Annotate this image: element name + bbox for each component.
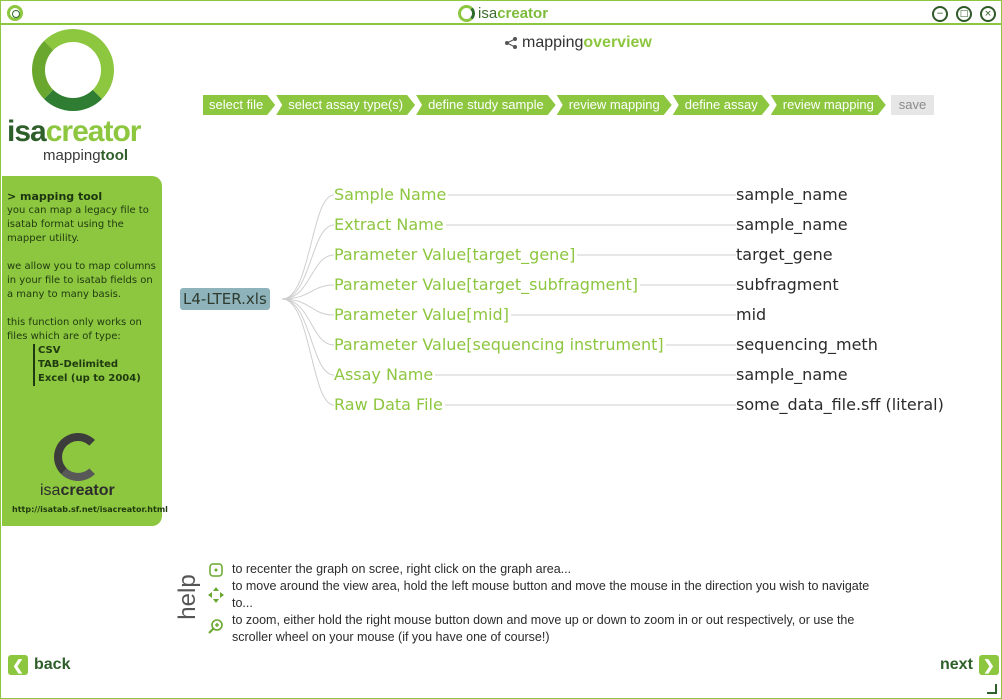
- back-arrow-icon: ❮: [8, 655, 28, 675]
- isatab-field-node[interactable]: Assay Name: [334, 364, 436, 386]
- minimize-button[interactable]: −: [932, 6, 948, 22]
- logo-creator: creator: [45, 115, 142, 148]
- isacreator-ring-icon: [458, 4, 475, 22]
- isacreator-logo: isacreator mappingtool: [7, 29, 157, 164]
- logo-sub-tool: tool: [100, 147, 129, 164]
- page-title: mapping overview: [504, 33, 652, 53]
- small-logo-isa: isa: [40, 482, 61, 499]
- app-logo-icon: [7, 5, 23, 21]
- move-icon: [208, 587, 224, 603]
- help-label: help: [174, 574, 201, 620]
- info-paragraph-2: we allow you to map columns in your file…: [7, 261, 156, 300]
- info-paragraph-3: this function only works on files which …: [7, 317, 142, 342]
- help-text-move: to move around the view area, hold the l…: [232, 579, 870, 610]
- isatab-field-node[interactable]: Parameter Value[sequencing instrument]: [334, 334, 666, 356]
- isatab-field-node[interactable]: Parameter Value[mid]: [334, 304, 511, 326]
- graph-edge: [281, 224, 335, 300]
- mapped-column-node[interactable]: target_gene: [736, 244, 833, 266]
- minimize-icon: −: [936, 8, 944, 19]
- help-section: help to recenter the graph on scree, rig…: [171, 561, 871, 651]
- source-file-node[interactable]: L4-LTER.xls: [180, 288, 270, 310]
- graph-edge: [281, 298, 335, 376]
- step-save: save: [890, 95, 935, 115]
- help-text-zoom: to zoom, either hold the right mouse but…: [232, 613, 855, 644]
- info-heading: > mapping tool: [7, 190, 103, 203]
- page-title-part1: mapping: [522, 34, 584, 51]
- logo-subtitle: mappingtool: [43, 147, 128, 164]
- graph-edge: [281, 194, 335, 300]
- next-arrow-icon: ❯: [978, 655, 999, 675]
- step-define-assay[interactable]: define assay: [673, 95, 770, 115]
- graph-edge: [281, 298, 335, 406]
- share-icon: [505, 37, 517, 49]
- mapped-column-node[interactable]: sequencing_meth: [736, 334, 878, 356]
- step-review-mapping[interactable]: review mapping: [557, 95, 672, 115]
- title-bar: isa creator − □ ×: [1, 1, 1001, 25]
- mapped-column-node[interactable]: sample_name: [736, 364, 848, 386]
- back-button[interactable]: ❮ back: [8, 654, 70, 676]
- step-review-mapping-2[interactable]: review mapping: [771, 95, 886, 115]
- isatab-field-node[interactable]: Parameter Value[target_subfragment]: [334, 274, 641, 296]
- file-type-item: CSV: [33, 344, 157, 358]
- mapped-column-node[interactable]: sample_name: [736, 184, 848, 206]
- logo-ring-icon: [32, 29, 114, 111]
- website-link[interactable]: http://isatab.sf.net/isacreator.html: [12, 503, 168, 517]
- mapping-graph[interactable]: L4-LTER.xls Sample Name Extract Name Par…: [161, 176, 991, 426]
- window-title: isa creator: [458, 3, 548, 23]
- step-select-assay-types[interactable]: select assay type(s): [276, 95, 415, 115]
- file-type-item: TAB-Delimited: [33, 358, 157, 372]
- small-logo-creator: creator: [60, 482, 115, 499]
- mapped-column-node[interactable]: some_data_file.sff (literal): [736, 394, 944, 416]
- mapped-column-node[interactable]: sample_name: [736, 214, 848, 236]
- page-title-part2: overview: [583, 34, 652, 51]
- help-text-recenter: to recenter the graph on scree, right cl…: [232, 562, 572, 576]
- back-label: back: [34, 656, 71, 673]
- logo-isa: isa: [7, 115, 47, 148]
- recenter-icon: [208, 562, 224, 578]
- resize-grip-icon[interactable]: [987, 684, 997, 694]
- small-logo-wordmark: isacreator: [40, 482, 115, 499]
- mapped-column-node[interactable]: mid: [736, 304, 766, 326]
- step-select-file[interactable]: select file: [203, 95, 275, 115]
- isacreator-window: isa creator − □ × isacreator mappingtool …: [0, 0, 1002, 699]
- maximize-button[interactable]: □: [956, 6, 972, 22]
- isatab-field-node[interactable]: Extract Name: [334, 214, 446, 236]
- file-type-list: CSV TAB-Delimited Excel (up to 2004): [33, 344, 157, 386]
- window-title-isa: isa: [478, 4, 498, 22]
- window-title-creator: creator: [497, 4, 549, 22]
- breadcrumb: select file select assay type(s) define …: [203, 95, 935, 115]
- small-logo-ring-icon: [54, 433, 102, 481]
- isatab-field-node[interactable]: Parameter Value[target_gene]: [334, 244, 578, 266]
- graph-edges: [281, 194, 736, 406]
- mapped-column-node[interactable]: subfragment: [736, 274, 839, 296]
- close-icon: ×: [984, 8, 992, 19]
- graph-edge: [281, 254, 335, 300]
- next-label: next: [940, 656, 973, 673]
- info-paragraph-1: you can map a legacy file to isatab form…: [7, 205, 149, 244]
- next-button[interactable]: next ❯: [940, 654, 999, 676]
- close-button[interactable]: ×: [980, 6, 996, 22]
- logo-wordmark: isacreator: [7, 115, 142, 149]
- step-define-study-sample[interactable]: define study sample: [416, 95, 556, 115]
- logo-sub-mapping: mapping: [43, 147, 101, 164]
- isatab-field-node[interactable]: Sample Name: [334, 184, 449, 206]
- maximize-icon: □: [959, 8, 969, 19]
- file-type-item: Excel (up to 2004): [33, 372, 157, 386]
- zoom-icon: [208, 618, 224, 634]
- info-panel: > mapping tool you can map a legacy file…: [2, 176, 168, 526]
- isatab-field-node[interactable]: Raw Data File: [334, 394, 445, 416]
